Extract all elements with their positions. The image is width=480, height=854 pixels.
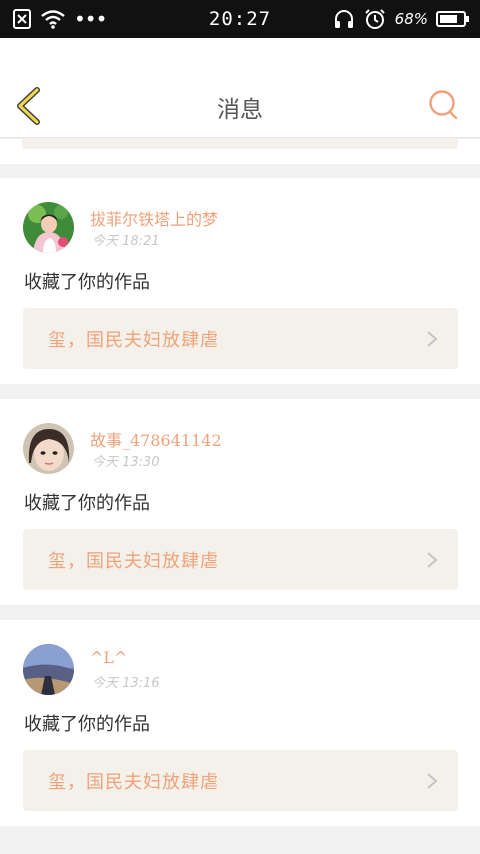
status-bar: ••• 20:27 68% — [0, 0, 480, 38]
message-time: 今天 13:30 — [92, 455, 160, 470]
previous-work-box-tail — [22, 139, 458, 149]
message-time: 今天 18:21 — [92, 234, 160, 249]
chevron-right-icon — [427, 773, 438, 789]
action-text: 收藏了你的作品 — [24, 493, 150, 514]
username[interactable]: 故事_478641142 — [90, 427, 222, 451]
avatar[interactable] — [23, 202, 74, 253]
action-text: 收藏了你的作品 — [24, 714, 150, 735]
avatar[interactable] — [23, 423, 74, 474]
work-title: 玺，国民夫妇放肆虐 — [48, 330, 219, 351]
chevron-right-icon — [427, 552, 438, 568]
message-card: 故事_478641142 今天 13:30 收藏了你的作品 玺，国民夫妇放肆虐 — [0, 399, 480, 605]
message-card: ^L^ 今天 13:16 收藏了你的作品 玺，国民夫妇放肆虐 — [0, 620, 480, 826]
work-link[interactable]: 玺，国民夫妇放肆虐 — [23, 308, 458, 369]
action-text: 收藏了你的作品 — [24, 272, 150, 293]
search-icon — [429, 90, 458, 120]
status-time: 20:27 — [208, 8, 272, 30]
message-card: 拔菲尔铁塔上的梦 今天 18:21 收藏了你的作品 玺，国民夫妇放肆虐 — [0, 178, 480, 384]
message-time: 今天 13:16 — [92, 676, 160, 691]
username[interactable]: 拔菲尔铁塔上的梦 — [90, 206, 218, 230]
work-title: 玺，国民夫妇放肆虐 — [48, 772, 219, 793]
work-link[interactable]: 玺，国民夫妇放肆虐 — [23, 529, 458, 590]
avatar[interactable] — [23, 644, 74, 695]
chevron-right-icon — [427, 331, 438, 347]
username[interactable]: ^L^ — [90, 648, 127, 667]
message-list[interactable]: 拔菲尔铁塔上的梦 今天 18:21 收藏了你的作品 玺，国民夫妇放肆虐 故事_4… — [0, 139, 480, 854]
work-title: 玺，国民夫妇放肆虐 — [48, 551, 219, 572]
work-link[interactable]: 玺，国民夫妇放肆虐 — [23, 750, 458, 811]
previous-card-tail — [0, 139, 480, 164]
page-title: 消息 — [217, 97, 263, 123]
nav-header: 消息 — [0, 38, 480, 138]
search-button[interactable] — [428, 89, 460, 121]
